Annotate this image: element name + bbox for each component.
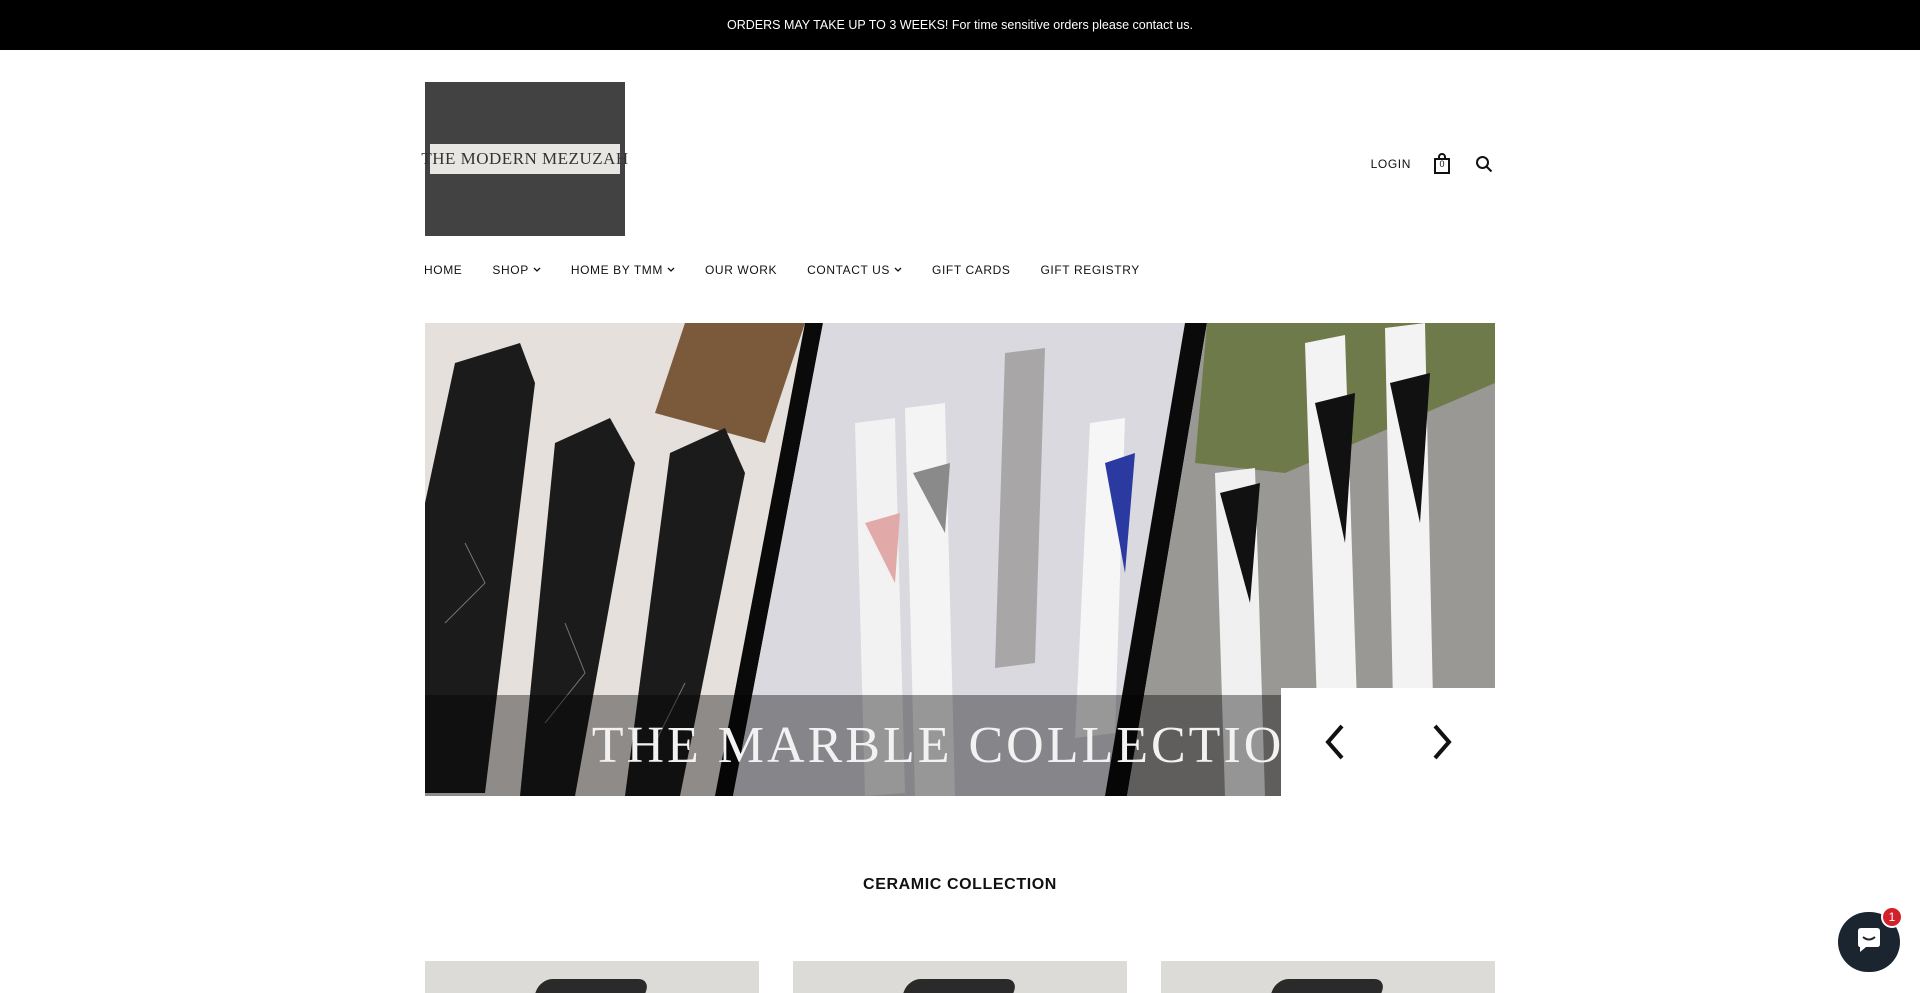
- announcement-bar: ORDERS MAY TAKE UP TO 3 WEEKS! For time …: [0, 0, 1920, 50]
- nav-item-contact-us[interactable]: CONTACT US: [807, 263, 902, 277]
- announcement-text: ORDERS MAY TAKE UP TO 3 WEEKS! For time …: [727, 18, 1193, 32]
- section-title: CERAMIC COLLECTION: [863, 876, 1057, 893]
- chat-badge: 1: [1881, 906, 1903, 928]
- nav-item-home[interactable]: HOME: [424, 263, 462, 277]
- chat-bubble-icon: [1854, 925, 1884, 960]
- header-actions: LOGIN 0: [1360, 150, 1495, 178]
- hero-caption-text: THE MARBLE COLLECTIO: [591, 717, 1281, 774]
- logo-plate: THE MODERN MEZUZAH: [421, 144, 628, 174]
- bag-icon[interactable]: 0: [1431, 153, 1453, 175]
- chevron-right-icon[interactable]: [1422, 712, 1462, 772]
- product-card[interactable]: [1161, 961, 1495, 993]
- product-card[interactable]: [425, 961, 759, 993]
- chevron-down-icon: [894, 267, 902, 273]
- logo-text: THE MODERN MEZUZAH: [421, 149, 629, 168]
- site-logo[interactable]: THE MODERN MEZUZAH: [421, 82, 628, 236]
- search-icon[interactable]: [1473, 153, 1495, 175]
- nav-item-label: HOME BY TMM: [570, 263, 663, 277]
- nav-item-gift-cards[interactable]: GIFT CARDS: [932, 263, 1010, 277]
- chevron-down-icon: [533, 267, 541, 273]
- chevron-down-icon: [667, 267, 675, 273]
- nav-item-home-by-tmm[interactable]: HOME BY TMM: [571, 263, 675, 277]
- login-link[interactable]: LOGIN: [1371, 157, 1411, 171]
- product-card[interactable]: [793, 961, 1127, 993]
- nav-item-label: GIFT CARDS: [932, 263, 1011, 277]
- nav-item-label: GIFT REGISTRY: [1040, 263, 1140, 277]
- nav-item-label: CONTACT US: [807, 263, 891, 277]
- product-image: [897, 979, 1019, 993]
- nav-item-label: OUR WORK: [705, 263, 778, 277]
- product-image: [529, 979, 651, 993]
- main-nav: HOME SHOP HOME BY TMM OUR WORK CONTACT U…: [424, 260, 1170, 280]
- chevron-left-icon[interactable]: [1315, 712, 1355, 772]
- slider-controls: [1281, 688, 1495, 796]
- nav-item-shop[interactable]: SHOP: [492, 263, 541, 277]
- nav-item-our-work[interactable]: OUR WORK: [705, 263, 777, 277]
- nav-item-gift-registry[interactable]: GIFT REGISTRY: [1041, 263, 1140, 277]
- hero-caption-band: THE MARBLE COLLECTIO: [425, 695, 1281, 796]
- nav-item-label: HOME: [424, 263, 463, 277]
- product-image: [1265, 979, 1387, 993]
- cart-count: 0: [1439, 159, 1445, 169]
- nav-item-label: SHOP: [492, 263, 529, 277]
